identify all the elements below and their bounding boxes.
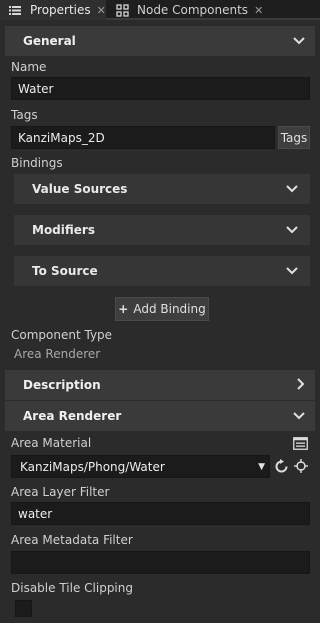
bindings-label: Bindings [11,156,63,170]
add-binding-button[interactable]: + Add Binding [115,297,209,321]
area-material-dropdown[interactable]: KanziMaps/Phong/Water ▼ [11,455,270,478]
name-label: Name [11,60,47,74]
value-sources-label: Value Sources [32,182,128,196]
value-sources-header[interactable]: Value Sources [14,174,310,204]
add-binding-label: Add Binding [133,302,206,316]
tags-button[interactable]: Tags [278,126,310,149]
chevron-down-icon [286,183,298,196]
area-material-label: Area Material [11,436,92,450]
close-icon[interactable]: ✕ [254,4,263,17]
tags-field[interactable]: KanziMaps_2D [11,126,275,149]
section-title: Area Renderer [23,409,122,423]
tab-node-components[interactable]: Node Components ✕ [108,0,263,20]
disable-tile-clipping-checkbox[interactable] [15,600,32,617]
area-metadata-filter-field[interactable] [11,551,310,574]
component-type-value: Area Renderer [14,347,101,361]
disable-tile-clipping-label: Disable Tile Clipping [11,581,133,595]
panel-tab-bar: Properties ✕ Node Components ✕ [0,0,320,20]
tab-properties-label: Properties [30,3,91,17]
chevron-down-icon [293,35,305,48]
chevron-down-icon [286,224,298,237]
section-description-header[interactable]: Description [5,370,315,400]
reset-icon[interactable] [273,458,289,474]
name-field[interactable]: Water [11,77,310,100]
caret-down-icon: ▼ [258,461,265,472]
modifiers-label: Modifiers [32,223,95,237]
section-title: Description [23,378,101,392]
crosshair-icon[interactable] [293,458,309,474]
list-icon [8,5,22,15]
section-title: General [23,34,76,48]
to-source-label: To Source [32,264,98,278]
chevron-down-icon [293,410,305,423]
tab-properties[interactable]: Properties ✕ [0,0,106,20]
tab-node-components-label: Node Components [137,3,249,17]
section-general-header[interactable]: General [5,26,315,56]
modifiers-header[interactable]: Modifiers [14,215,310,245]
resource-browser-icon[interactable] [292,435,308,451]
section-area-renderer-header[interactable]: Area Renderer [5,401,315,431]
area-layer-filter-label: Area Layer Filter [11,485,110,499]
chevron-right-icon [297,377,305,393]
area-layer-filter-field[interactable]: water [11,502,310,525]
component-type-label: Component Type [11,328,113,342]
area-material-value: KanziMaps/Phong/Water [20,459,165,474]
close-icon[interactable]: ✕ [97,4,106,17]
area-metadata-filter-label: Area Metadata Filter [11,533,133,547]
to-source-header[interactable]: To Source [14,256,310,286]
plus-icon: + [118,302,129,316]
components-icon [116,3,129,17]
chevron-down-icon [286,265,298,278]
tags-label: Tags [11,108,38,122]
